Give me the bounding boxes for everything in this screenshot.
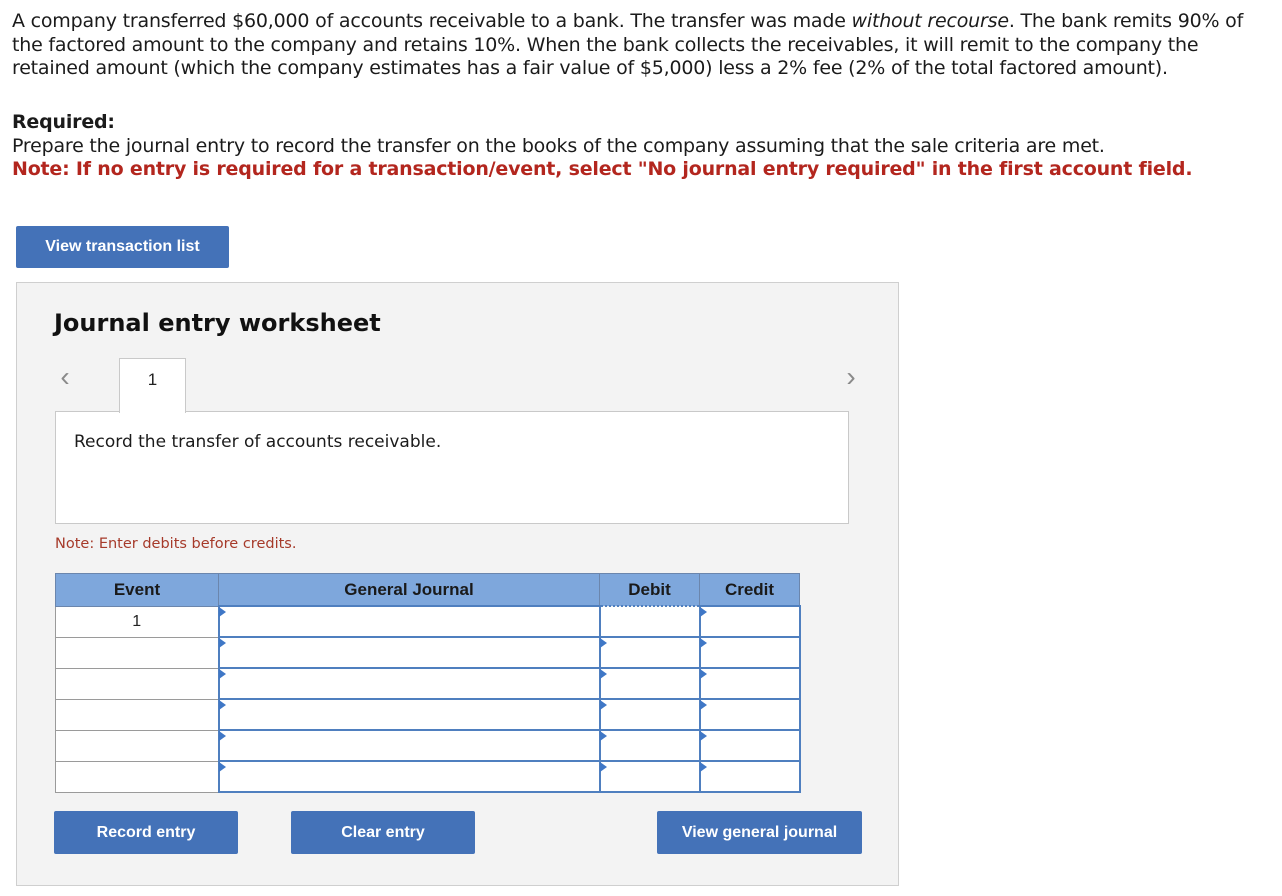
account-input[interactable] (219, 669, 599, 698)
table-row (55, 729, 801, 762)
worksheet-title: Journal entry worksheet (54, 309, 381, 337)
debit-input[interactable] (600, 731, 699, 760)
debit-header: Debit (599, 573, 700, 607)
event-cell (55, 760, 219, 793)
view-transaction-list-button[interactable]: View transaction list (16, 226, 229, 268)
journal-header-row: Event General Journal Debit Credit (55, 573, 800, 607)
debit-input[interactable] (600, 607, 699, 636)
general-journal-header: General Journal (218, 573, 600, 607)
account-input[interactable] (219, 731, 599, 760)
account-cell[interactable] (217, 698, 601, 731)
record-entry-button[interactable]: Record entry (54, 811, 238, 854)
dropdown-arrow-icon (699, 638, 707, 648)
problem-text-part1: A company transferred $60,000 of account… (12, 10, 852, 32)
dropdown-arrow-icon (599, 638, 607, 648)
credit-cell[interactable] (698, 667, 801, 700)
event-cell (55, 698, 219, 731)
account-cell[interactable] (217, 760, 601, 793)
credit-cell[interactable] (698, 636, 801, 669)
dropdown-arrow-icon (599, 700, 607, 710)
credit-input[interactable] (700, 638, 799, 667)
event-header: Event (55, 573, 219, 607)
dropdown-arrow-icon (599, 762, 607, 772)
account-input[interactable] (219, 607, 599, 636)
credit-cell[interactable] (698, 698, 801, 731)
credit-input[interactable] (700, 607, 799, 636)
table-row (55, 760, 801, 793)
event-cell: 1 (55, 605, 219, 638)
debit-cell[interactable] (598, 760, 701, 793)
credit-cell[interactable] (698, 605, 801, 638)
dropdown-arrow-icon (218, 638, 226, 648)
required-note: Note: If no entry is required for a tran… (12, 158, 1193, 180)
table-row: 1 (55, 605, 801, 638)
next-entry-chevron-icon[interactable]: › (841, 363, 861, 391)
table-row (55, 667, 801, 700)
problem-emphasis: without recourse (851, 10, 1009, 32)
journal-entry-worksheet: Journal entry worksheet ‹ › 1 Record the… (16, 282, 899, 886)
dropdown-arrow-icon (699, 700, 707, 710)
dropdown-arrow-icon (218, 731, 226, 741)
journal-table: Event General Journal Debit Credit 1 (55, 573, 801, 793)
debit-input[interactable] (600, 638, 699, 667)
entry-description: Record the transfer of accounts receivab… (74, 432, 442, 452)
dropdown-arrow-icon (218, 700, 226, 710)
dropdown-arrow-icon (699, 731, 707, 741)
debit-input[interactable] (600, 669, 699, 698)
debit-input[interactable] (600, 762, 699, 791)
table-row (55, 636, 801, 669)
debit-cell[interactable] (598, 698, 701, 731)
credit-cell[interactable] (698, 760, 801, 793)
dropdown-arrow-icon (699, 669, 707, 679)
credit-input[interactable] (700, 731, 799, 760)
debit-cell[interactable] (598, 636, 701, 669)
dropdown-arrow-icon (699, 607, 707, 617)
clear-entry-button[interactable]: Clear entry (291, 811, 475, 854)
account-input[interactable] (219, 700, 599, 729)
debit-cell[interactable] (598, 729, 701, 762)
tab-entry-1[interactable]: 1 (119, 358, 186, 413)
required-section: Required: Prepare the journal entry to r… (12, 111, 1270, 182)
credit-input[interactable] (700, 700, 799, 729)
debit-cell[interactable] (598, 605, 701, 638)
dropdown-arrow-icon (218, 762, 226, 772)
event-cell (55, 667, 219, 700)
view-general-journal-button[interactable]: View general journal (657, 811, 862, 854)
entry-description-box: Record the transfer of accounts receivab… (55, 411, 849, 524)
account-cell[interactable] (217, 667, 601, 700)
dropdown-arrow-icon (599, 669, 607, 679)
account-cell[interactable] (217, 636, 601, 669)
credit-header: Credit (699, 573, 800, 607)
credit-input[interactable] (700, 669, 799, 698)
required-title: Required: (12, 111, 115, 133)
debits-credits-note: Note: Enter debits before credits. (55, 536, 297, 552)
previous-entry-chevron-icon[interactable]: ‹ (55, 363, 75, 391)
debit-cell[interactable] (598, 667, 701, 700)
debit-input[interactable] (600, 700, 699, 729)
table-row (55, 698, 801, 731)
required-text: Prepare the journal entry to record the … (12, 134, 1105, 157)
dropdown-arrow-icon (699, 762, 707, 772)
account-input[interactable] (219, 638, 599, 667)
account-cell[interactable] (217, 605, 601, 638)
dropdown-arrow-icon (218, 669, 226, 679)
credit-cell[interactable] (698, 729, 801, 762)
event-cell (55, 729, 219, 762)
dropdown-arrow-icon (599, 731, 607, 741)
dropdown-arrow-icon (218, 607, 226, 617)
event-cell (55, 636, 219, 669)
account-input[interactable] (219, 762, 599, 791)
problem-statement: A company transferred $60,000 of account… (12, 10, 1270, 81)
credit-input[interactable] (700, 762, 799, 791)
account-cell[interactable] (217, 729, 601, 762)
